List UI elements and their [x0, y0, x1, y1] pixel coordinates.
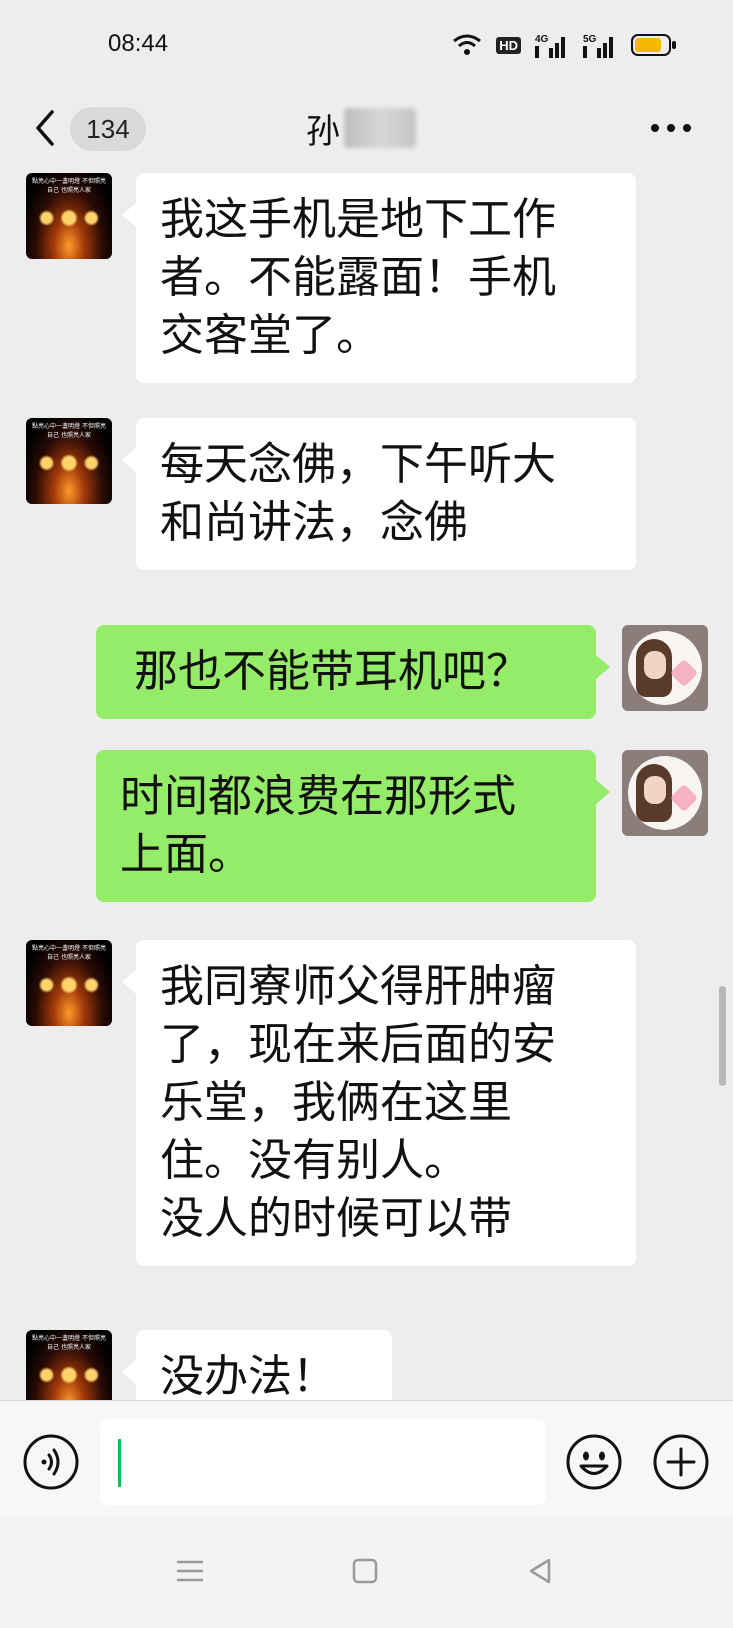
status-bar: 08:44 HD 4G 5G	[0, 0, 733, 90]
contact-avatar[interactable]: 點亮心中一盞明燈 不但照亮自己 也照亮人家	[26, 1330, 112, 1400]
scrollbar[interactable]	[719, 986, 726, 1086]
status-icons: HD 4G 5G	[452, 30, 677, 60]
message-line: 没人的时候可以带	[160, 1193, 512, 1244]
more-options-icon[interactable]	[649, 120, 693, 136]
unread-count-badge[interactable]: 134	[70, 107, 146, 151]
contact-avatar[interactable]: 點亮心中一盞明燈 不但照亮自己 也照亮人家	[26, 418, 112, 504]
avatar-caption: 點亮心中一盞明燈 不但照亮自己 也照亮人家	[32, 178, 106, 194]
contact-avatar[interactable]: 點亮心中一盞明燈 不但照亮自己 也照亮人家	[26, 173, 112, 259]
hd-badge: HD	[496, 36, 521, 54]
status-time: 08:44	[108, 30, 169, 57]
message-line: 每天念佛，下午听大	[160, 439, 556, 490]
back-triangle-icon[interactable]	[525, 1556, 555, 1586]
message-line: 者。不能露面！手机	[160, 252, 556, 303]
text-caret	[118, 1439, 121, 1487]
avatar-caption: 點亮心中一盞明燈 不但照亮自己 也照亮人家	[32, 945, 106, 961]
message-line: 和尚讲法，念佛	[160, 497, 468, 548]
girl-avatar-icon	[628, 756, 702, 830]
message-line: 我这手机是地下工作	[160, 194, 556, 245]
message-line: 乐堂，我俩在这里	[160, 1077, 512, 1128]
sent-message-bubble[interactable]: 那也不能带耳机吧？	[96, 625, 610, 719]
message-line: 我同寮师父得肝肿瘤	[160, 961, 556, 1012]
message-line: 那也不能带耳机吧？	[134, 646, 530, 697]
system-nav-bar	[0, 1518, 733, 1628]
message-list[interactable]: 點亮心中一盞明燈 不但照亮自己 也照亮人家 我这手机是地下工作 者。不能露面！手…	[0, 168, 733, 1400]
chat-header: 134 孙	[0, 90, 733, 168]
received-message-bubble[interactable]: 没办法！	[122, 1330, 392, 1400]
battery-icon	[631, 34, 676, 56]
received-message-bubble[interactable]: 每天念佛，下午听大 和尚讲法，念佛	[122, 418, 636, 570]
message-input[interactable]	[100, 1419, 546, 1505]
message-line: 交客堂了。	[160, 310, 380, 361]
avatar-caption: 點亮心中一盞明燈 不但照亮自己 也照亮人家	[32, 1335, 106, 1351]
message-line: 没办法！	[160, 1351, 336, 1400]
svg-text:5G: 5G	[583, 34, 597, 45]
voice-input-button[interactable]	[22, 1433, 80, 1491]
message-line: 时间都浪费在那形式	[120, 771, 516, 822]
svg-text:4G: 4G	[535, 34, 549, 45]
signal-5g-icon: 5G	[583, 34, 613, 58]
back-arrow-icon[interactable]	[30, 108, 60, 148]
signal-4g-icon: 4G	[535, 34, 565, 58]
sent-message-bubble[interactable]: 时间都浪费在那形式 上面。	[96, 750, 610, 902]
my-avatar[interactable]	[622, 625, 708, 711]
emoji-button[interactable]	[565, 1433, 623, 1491]
my-avatar[interactable]	[622, 750, 708, 836]
received-message-bubble[interactable]: 我同寮师父得肝肿瘤 了，现在来后面的安 乐堂，我俩在这里 住。没有别人。 没人的…	[122, 940, 636, 1266]
menu-icon[interactable]	[175, 1556, 205, 1586]
received-message-bubble[interactable]: 我这手机是地下工作 者。不能露面！手机 交客堂了。	[122, 173, 636, 383]
input-bar	[0, 1400, 733, 1518]
girl-avatar-icon	[628, 631, 702, 705]
home-square-icon[interactable]	[350, 1556, 380, 1586]
avatar-caption: 點亮心中一盞明燈 不但照亮自己 也照亮人家	[32, 423, 106, 439]
chat-title: 孙	[306, 112, 340, 152]
message-line: 了，现在来后面的安	[160, 1019, 556, 1070]
message-line: 上面。	[120, 829, 252, 880]
message-line: 住。没有别人。	[160, 1135, 468, 1186]
more-actions-plus-button[interactable]	[652, 1433, 710, 1491]
contact-avatar[interactable]: 點亮心中一盞明燈 不但照亮自己 也照亮人家	[26, 940, 112, 1026]
name-redaction-blur	[344, 108, 416, 148]
wifi-icon	[453, 34, 482, 55]
